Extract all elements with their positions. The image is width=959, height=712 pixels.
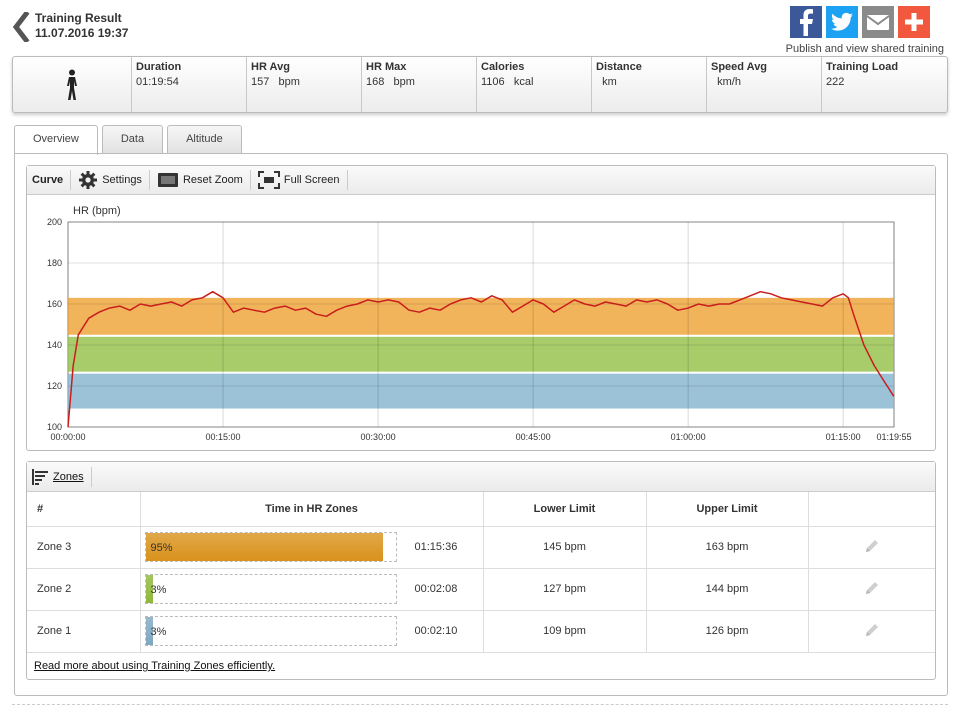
y-tick-label: 160: [47, 299, 62, 309]
zone-time: 00:02:08: [414, 583, 458, 595]
sport-cell: [13, 57, 131, 112]
zone-row: Zone 3 95% 01:15:36 145 bpm 163 bpm: [27, 526, 935, 569]
zone-percent: 95%: [150, 542, 173, 554]
zone-percent: 3%: [150, 626, 167, 638]
zone-edit-cell: [808, 568, 935, 611]
pencil-icon[interactable]: [864, 538, 880, 554]
zones-toggle[interactable]: Zones: [27, 466, 92, 487]
zone-bar: 3%: [144, 616, 397, 646]
tab-data[interactable]: Data: [101, 125, 164, 153]
walking-person-icon: [67, 69, 77, 100]
stat-duration: Duration 01:19:54: [131, 57, 246, 112]
x-tick-label: 00:15:00: [206, 432, 241, 442]
zone-bar: 3%: [144, 574, 397, 604]
zone-upper-limit: 126 bpm: [646, 610, 809, 653]
settings-button[interactable]: Settings: [71, 170, 150, 190]
back-arrow-icon[interactable]: [12, 12, 30, 42]
zones-box: Zones # Time in HR Zones Lower Limit Upp…: [26, 461, 936, 680]
y-tick-label: 200: [47, 217, 62, 227]
share-text[interactable]: Publish and view shared training: [786, 43, 944, 55]
stats-bar: Duration 01:19:54 HR Avg 157 bpm HR Max 168…: [12, 56, 948, 113]
zone-band: [68, 373, 894, 409]
stat-distance: Distance km: [591, 57, 706, 112]
col-time-in-zones: Time in HR Zones: [140, 492, 484, 527]
zone-time-cell: 95% 01:15:36: [140, 526, 484, 569]
full-screen-icon: [257, 171, 280, 189]
bars-icon: [32, 468, 48, 485]
reset-zoom-button[interactable]: Reset Zoom: [150, 170, 251, 190]
page-title: Training Result: [35, 11, 122, 25]
zones-header-row: # Time in HR Zones Lower Limit Upper Lim…: [27, 492, 935, 527]
col-upper-limit: Upper Limit: [646, 492, 809, 527]
zone-time-cell: 3% 00:02:08: [140, 568, 484, 611]
col-number: #: [27, 492, 141, 527]
zone-upper-limit: 144 bpm: [646, 568, 809, 611]
y-tick-label: 140: [47, 340, 62, 350]
zone-bar-fill: [145, 533, 383, 561]
zone-time-cell: 3% 00:02:10: [140, 610, 484, 653]
curve-toolbar: Curve Settings Reset Zoom Full Screen: [27, 166, 935, 195]
tab-altitude[interactable]: Altitude: [167, 125, 242, 153]
facebook-icon[interactable]: [790, 6, 822, 38]
y-tick-label: 120: [47, 381, 62, 391]
twitter-icon[interactable]: [826, 6, 858, 38]
zone-lower-limit: 127 bpm: [483, 568, 647, 611]
zones-label: Zones: [53, 470, 84, 483]
zone-bar: 95%: [144, 532, 397, 562]
y-tick-label: 180: [47, 258, 62, 268]
full-screen-button[interactable]: Full Screen: [251, 170, 348, 190]
zone-upper-limit: 163 bpm: [646, 526, 809, 569]
x-tick-label: 01:19:55: [876, 432, 911, 442]
x-tick-label: 01:15:00: [826, 432, 861, 442]
training-datetime: 11.07.2016 19:37: [35, 26, 129, 40]
zone-lower-limit: 109 bpm: [483, 610, 647, 653]
x-tick-label: 00:00:00: [50, 432, 85, 442]
read-more-link[interactable]: Read more about using Training Zones eff…: [34, 660, 275, 672]
col-lower-limit: Lower Limit: [483, 492, 647, 527]
zones-table: # Time in HR Zones Lower Limit Upper Lim…: [27, 492, 935, 653]
stat-training-load: Training Load 222: [821, 57, 936, 112]
gear-icon: [79, 171, 98, 189]
zone-edit-cell: [808, 526, 935, 569]
reset-zoom-icon: [157, 173, 178, 187]
x-tick-label: 00:30:00: [361, 432, 396, 442]
reset-zoom-label: Reset Zoom: [182, 174, 243, 186]
zone-band: [68, 297, 894, 335]
tab-bar: Overview Data Altitude: [14, 125, 242, 155]
zone-time: 01:15:36: [414, 541, 458, 553]
x-tick-label: 00:45:00: [516, 432, 551, 442]
hr-chart[interactable]: 100 120 140 160 180 200 00:00:00 00:15:00 00:30:…: [27, 196, 935, 450]
col-actions: [808, 492, 935, 527]
plus-icon[interactable]: [898, 6, 930, 38]
tab-overview[interactable]: Overview: [14, 125, 98, 155]
y-tick-label: 100: [47, 422, 62, 432]
stat-calories: Calories 1106 kcal: [476, 57, 591, 112]
curve-label: Curve: [27, 170, 72, 190]
zone-edit-cell: [808, 610, 935, 653]
pencil-icon[interactable]: [864, 622, 880, 638]
y-axis-label: HR (bpm): [73, 205, 121, 217]
stat-hr-max: HR Max 168 bpm: [361, 57, 476, 112]
curve-box: Curve Settings Reset Zoom Full Screen 10…: [26, 165, 936, 451]
zone-lower-limit: 145 bpm: [483, 526, 647, 569]
settings-label: Settings: [102, 174, 142, 186]
zone-name: Zone 2: [27, 568, 141, 611]
stat-hr-avg: HR Avg 157 bpm: [246, 57, 361, 112]
zone-percent: 3%: [150, 584, 167, 596]
full-screen-label: Full Screen: [283, 174, 340, 186]
title-block: Training Result 11.07.2016 19:37: [35, 11, 128, 40]
share-buttons: [790, 6, 930, 38]
zone-name: Zone 3: [27, 526, 141, 569]
zones-toolbar: Zones: [27, 462, 935, 492]
email-icon[interactable]: [862, 6, 894, 38]
x-tick-label: 01:00:00: [671, 432, 706, 442]
pencil-icon[interactable]: [864, 580, 880, 596]
zone-name: Zone 1: [27, 610, 141, 653]
zone-row: Zone 1 3% 00:02:10 109 bpm 126 bpm: [27, 610, 935, 653]
zone-band: [68, 336, 894, 372]
bottom-divider: [12, 704, 948, 705]
zone-time: 00:02:10: [414, 625, 458, 637]
zone-row: Zone 2 3% 00:02:08 127 bpm 144 bpm: [27, 568, 935, 611]
stat-speed-avg: Speed Avg km/h: [706, 57, 821, 112]
